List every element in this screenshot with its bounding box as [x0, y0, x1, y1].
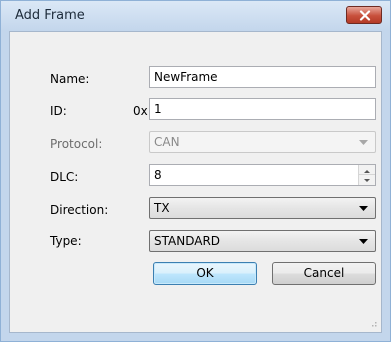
dlc-value: 8 [154, 168, 162, 182]
title-bar[interactable]: Add Frame [1, 1, 390, 31]
window-title: Add Frame [15, 8, 85, 23]
id-input[interactable]: 1 [149, 98, 376, 120]
direction-value: TX [154, 201, 170, 215]
name-label: Name: [50, 72, 90, 86]
protocol-select: CAN [149, 131, 376, 153]
dlc-label: DLC: [50, 170, 79, 184]
type-select[interactable]: STANDARD [149, 230, 376, 252]
id-hex-prefix: 0x [133, 104, 148, 118]
add-frame-dialog: Add Frame Name: NewFrame ID: 0x 1 Protoc… [0, 0, 391, 342]
resize-grip-icon[interactable] [369, 320, 377, 328]
dlc-stepper[interactable]: 8 [149, 164, 376, 186]
chevron-down-icon [359, 239, 368, 244]
protocol-label: Protocol: [50, 137, 103, 151]
type-label: Type: [50, 234, 82, 248]
ok-button[interactable]: OK [153, 262, 257, 285]
close-button[interactable] [346, 6, 382, 24]
name-input[interactable]: NewFrame [149, 66, 376, 88]
id-value: 1 [154, 102, 162, 116]
id-label: ID: [50, 104, 67, 118]
arrow-down-icon [364, 179, 370, 182]
type-value: STANDARD [154, 234, 221, 248]
direction-select[interactable]: TX [149, 197, 376, 219]
dialog-client-area: Name: NewFrame ID: 0x 1 Protocol: CAN DL… [9, 31, 382, 333]
protocol-value: CAN [154, 135, 180, 149]
direction-label: Direction: [50, 203, 109, 217]
chevron-down-icon [359, 140, 368, 145]
spin-down-button[interactable] [359, 175, 375, 185]
chevron-down-icon [359, 206, 368, 211]
close-icon [359, 10, 371, 21]
cancel-button[interactable]: Cancel [272, 262, 376, 285]
dlc-spin-buttons [358, 165, 375, 185]
spin-up-button[interactable] [359, 165, 375, 175]
name-value: NewFrame [154, 70, 218, 84]
